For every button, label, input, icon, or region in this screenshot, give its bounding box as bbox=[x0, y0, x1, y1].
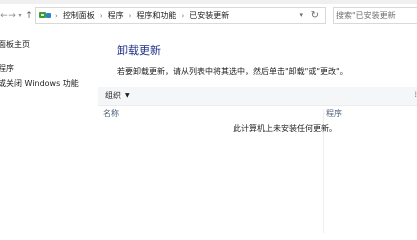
breadcrumb-separator[interactable]: › bbox=[129, 12, 132, 20]
empty-list-message: 此计算机上未安装任何更新。 bbox=[233, 124, 337, 133]
command-bar: 组织 ▼ ⁞ bbox=[98, 87, 417, 106]
forward-arrow-icon[interactable]: → bbox=[8, 8, 16, 24]
organize-label: 组织 bbox=[105, 91, 121, 100]
sidebar-item-windows-features[interactable]: 或关闭 Windows 功能 bbox=[0, 78, 79, 89]
refresh-icon[interactable]: ↻ bbox=[311, 8, 319, 23]
main-content: 卸载更新 若要卸载更新，请从列表中将其选中，然后单击"卸载"或"更改"。 组织 ▼… bbox=[98, 29, 417, 233]
sidebar-item-control-panel-home[interactable]: 面板主页 bbox=[0, 39, 30, 50]
breadcrumb-control-panel[interactable]: 控制面板 bbox=[63, 10, 95, 21]
search-box[interactable] bbox=[333, 7, 417, 24]
breadcrumb-separator[interactable]: › bbox=[181, 12, 184, 20]
breadcrumb-programs-features[interactable]: 程序和功能 bbox=[136, 10, 176, 21]
page-description: 若要卸载更新，请从列表中将其选中，然后单击"卸载"或"更改"。 bbox=[117, 67, 348, 76]
breadcrumb-separator[interactable]: › bbox=[55, 12, 58, 20]
address-bar[interactable]: › 控制面板 › 程序 › 程序和功能 › 已安装更新 ▾ ↻ bbox=[35, 7, 326, 24]
organize-button[interactable]: 组织 ▼ bbox=[105, 90, 130, 101]
search-input[interactable] bbox=[336, 9, 416, 22]
breadcrumb: › 控制面板 › 程序 › 程序和功能 › 已安装更新 bbox=[55, 8, 229, 23]
up-arrow-icon[interactable]: ↑ bbox=[24, 8, 34, 24]
sidebar-item-programs[interactable]: 程序 bbox=[0, 63, 14, 74]
column-header-program[interactable]: 程序 bbox=[326, 108, 342, 119]
address-row: ← → ▾ ↑ › 控制面板 › 程序 › 程序和功能 › 已安装更新 ▾ ↻ bbox=[0, 4, 417, 29]
recent-locations-icon[interactable]: ▾ bbox=[16, 8, 24, 24]
navigation-pane: 面板主页 程序 或关闭 Windows 功能 bbox=[0, 29, 98, 233]
breadcrumb-separator[interactable]: › bbox=[100, 12, 103, 20]
chevron-down-icon: ▼ bbox=[125, 92, 130, 99]
page-title: 卸载更新 bbox=[117, 44, 161, 57]
column-header-name[interactable]: 名称 bbox=[103, 108, 119, 119]
back-arrow-icon[interactable]: ← bbox=[0, 8, 8, 24]
chevron-down-icon[interactable]: ▾ bbox=[299, 9, 303, 22]
breadcrumb-programs[interactable]: 程序 bbox=[108, 10, 124, 21]
control-panel-icon bbox=[39, 12, 51, 18]
breadcrumb-installed-updates[interactable]: 已安装更新 bbox=[189, 10, 229, 21]
column-header-row: 名称 程序 bbox=[98, 108, 417, 121]
